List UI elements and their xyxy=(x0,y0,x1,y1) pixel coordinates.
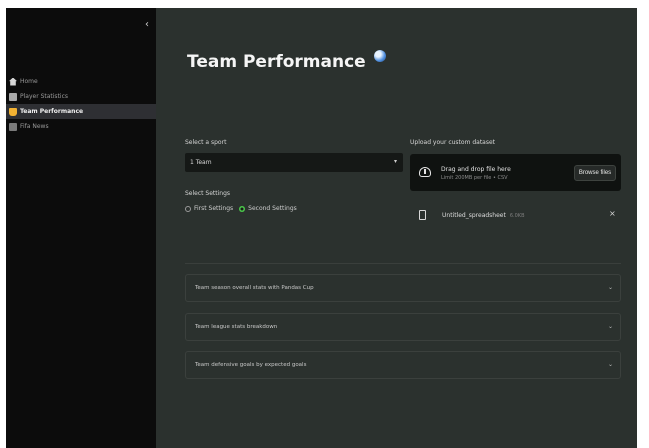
file-name-text: Untitled_spreadsheet xyxy=(442,212,506,219)
chevron-down-icon: ▾ xyxy=(393,158,397,165)
sport-select-value: 1 Team xyxy=(190,159,212,166)
settings-radio-group: First Settings Second Settings xyxy=(185,205,303,212)
soccer-ball-icon xyxy=(373,50,386,62)
sidebar-nav: Home Player Statistics Team Performance … xyxy=(6,74,156,134)
stats-icon xyxy=(9,92,17,101)
file-name: Untitled_spreadsheet 6.0KB xyxy=(442,212,525,219)
main-content: Team Performance Select a sport 1 Team ▾… xyxy=(156,8,637,448)
radio-second-settings[interactable] xyxy=(239,205,246,212)
expander-label: Team defensive goals by expected goals xyxy=(195,362,307,368)
divider xyxy=(185,263,621,264)
chevron-down-icon: ⌄ xyxy=(607,284,613,291)
sidebar-item-team-performance[interactable]: Team Performance xyxy=(6,104,156,119)
expander-defensive-goals[interactable]: Team defensive goals by expected goals ⌄ xyxy=(185,351,621,379)
file-size: 6.0KB xyxy=(509,213,525,219)
sidebar-item-label: Fifa News xyxy=(20,123,49,130)
sidebar-item-home[interactable]: Home xyxy=(6,74,156,89)
file-icon xyxy=(419,210,426,220)
expander-label: Team season overall stats with Pandas Cu… xyxy=(195,285,314,291)
radio-first-settings[interactable] xyxy=(185,205,191,212)
sidebar-item-label: Team Performance xyxy=(20,108,84,115)
upload-label: Upload your custom dataset xyxy=(410,139,496,146)
radio-label: First Settings xyxy=(194,205,234,212)
home-icon xyxy=(9,77,17,86)
remove-file-icon[interactable]: × xyxy=(609,210,616,218)
file-dropzone[interactable]: Drag and drop file here Limit 200MB per … xyxy=(410,154,621,191)
sidebar-item-player-statistics[interactable]: Player Statistics xyxy=(6,89,156,104)
select-settings-label: Select Settings xyxy=(185,190,231,197)
app-window: ‹ Home Player Statistics Team Performanc… xyxy=(6,8,637,448)
sidebar: ‹ Home Player Statistics Team Performanc… xyxy=(6,8,156,448)
chevron-down-icon: ⌄ xyxy=(607,361,613,368)
drag-drop-text: Drag and drop file here xyxy=(441,166,511,173)
chevron-down-icon: ⌄ xyxy=(607,323,613,330)
page-title: Team Performance xyxy=(187,50,386,72)
expander-season-stats[interactable]: Team season overall stats with Pandas Cu… xyxy=(185,274,621,302)
sidebar-item-label: Home xyxy=(20,78,38,85)
radio-label: Second Settings xyxy=(248,205,297,212)
news-icon xyxy=(9,122,17,131)
uploaded-file: Untitled_spreadsheet 6.0KB × xyxy=(410,208,621,222)
upload-limit-text: Limit 200MB per file • CSV xyxy=(441,175,508,181)
trophy-icon xyxy=(9,107,17,116)
browse-files-button[interactable]: Browse files xyxy=(574,165,616,181)
collapse-sidebar-icon[interactable]: ‹ xyxy=(145,20,149,30)
expander-label: Team league stats breakdown xyxy=(195,324,278,330)
sidebar-item-label: Player Statistics xyxy=(20,93,69,100)
cloud-upload-icon xyxy=(419,167,431,177)
expander-league-stats[interactable]: Team league stats breakdown ⌄ xyxy=(185,313,621,341)
sidebar-item-fifa-news[interactable]: Fifa News xyxy=(6,119,156,134)
select-sport-label: Select a sport xyxy=(185,139,227,146)
sport-select[interactable]: 1 Team ▾ xyxy=(185,153,403,172)
page-title-text: Team Performance xyxy=(187,52,366,72)
